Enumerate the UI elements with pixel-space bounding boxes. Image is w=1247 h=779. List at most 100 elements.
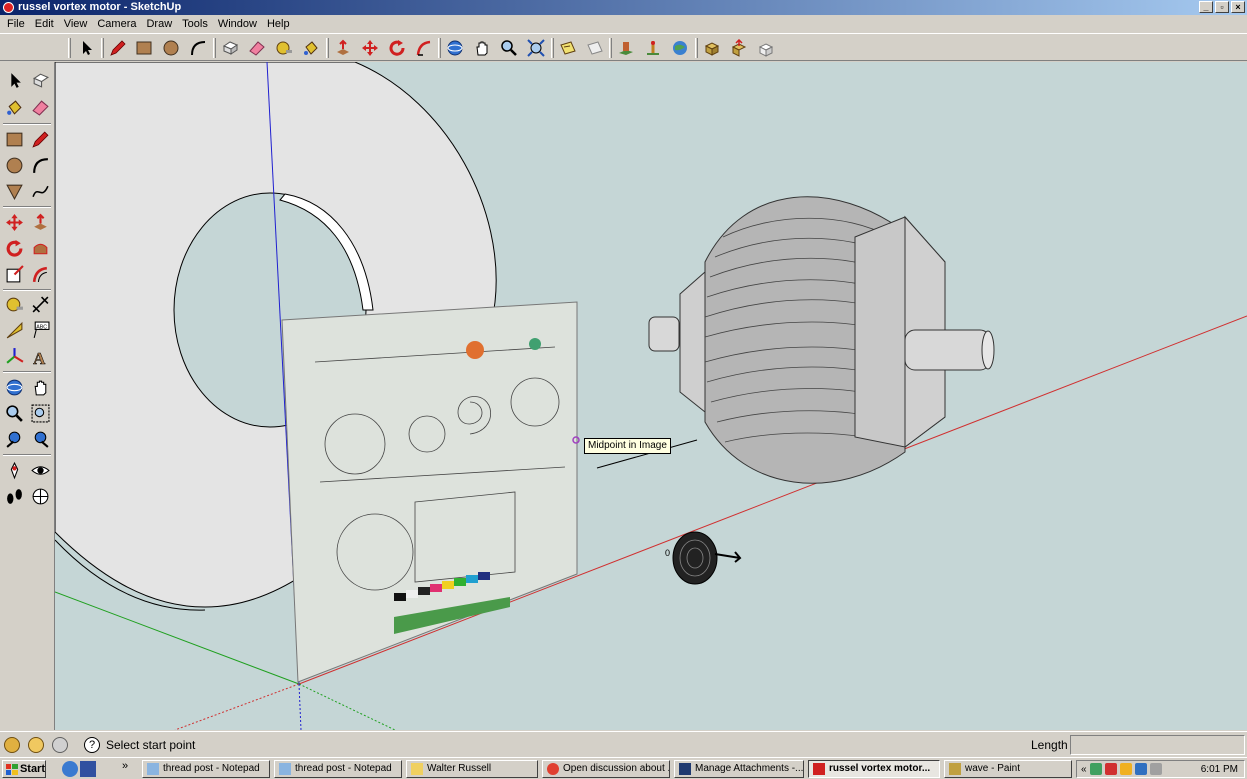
share-component-icon[interactable] [755,37,777,59]
taskbar-item-active[interactable]: russel vortex motor... [808,760,940,778]
menu-edit[interactable]: Edit [30,18,59,30]
freehand-icon[interactable] [28,179,52,203]
pan-icon[interactable] [471,37,493,59]
taskbar-item[interactable]: Walter Russell [406,760,538,778]
rectangle-icon[interactable] [133,37,155,59]
push-pull-icon[interactable] [28,210,52,234]
section-plane-icon[interactable] [28,484,52,508]
google-earth-icon[interactable] [669,37,691,59]
orbit-icon[interactable] [444,37,466,59]
clock[interactable]: 6:01 PM [1201,764,1238,775]
toolbar-grip[interactable] [68,38,71,58]
paint-bucket-icon[interactable] [2,95,26,119]
pencil-icon[interactable] [107,37,129,59]
start-button[interactable]: Start [2,760,46,778]
desktop-quicklaunch-icon[interactable] [80,761,96,777]
make-component-icon[interactable] [219,37,241,59]
help-icon[interactable]: ? [84,737,100,753]
select-icon[interactable] [2,68,26,92]
tape-measure-icon[interactable] [273,37,295,59]
3d-text-icon[interactable]: A [28,344,52,368]
taskbar-item[interactable]: thread post - Notepad [142,760,270,778]
protractor-icon[interactable] [2,318,26,342]
toolbar-grip[interactable] [609,38,612,58]
scale-icon[interactable] [2,262,26,286]
arc-icon[interactable] [28,153,52,177]
menu-tools[interactable]: Tools [177,18,213,30]
share-model-icon[interactable] [728,37,750,59]
zoom-extents-icon[interactable] [525,37,547,59]
toolbar-grip[interactable] [438,38,441,58]
ie-quicklaunch-icon[interactable] [62,761,78,777]
taskbar-item[interactable]: wave - Paint [944,760,1072,778]
network-icon[interactable] [1134,763,1147,775]
rectangle-icon[interactable] [2,127,26,151]
toolbar-grip[interactable] [213,38,216,58]
follow-me-icon[interactable] [413,37,435,59]
dimension-icon[interactable] [28,292,52,316]
menu-camera[interactable]: Camera [92,18,141,30]
quicklaunch-chevron-icon[interactable]: » [122,760,128,772]
orbit-icon[interactable] [2,375,26,399]
get-current-view-icon[interactable] [642,37,664,59]
taskbar-item[interactable]: Manage Attachments -... [674,760,804,778]
circle-icon[interactable] [2,153,26,177]
menu-view[interactable]: View [59,18,93,30]
tape-measure-icon[interactable] [2,292,26,316]
maximize-button[interactable]: ▫ [1215,1,1229,13]
eraser-icon[interactable] [246,37,268,59]
tray-expand-icon[interactable]: « [1081,764,1087,775]
make-component-icon[interactable] [28,68,52,92]
previous-view-icon[interactable] [2,427,26,451]
3d-viewport[interactable]: 0 Midpoint in Image [55,62,1247,730]
eraser-icon[interactable] [28,95,52,119]
select-icon[interactable] [75,37,97,59]
pencil-icon[interactable] [28,127,52,151]
look-around-icon[interactable] [28,458,52,482]
rotate-icon[interactable] [2,236,26,260]
menu-draw[interactable]: Draw [141,18,177,30]
position-camera-icon[interactable] [2,458,26,482]
toolbar-grip[interactable] [326,38,329,58]
tray-icon[interactable] [1119,763,1132,775]
measurements-input[interactable] [1070,735,1245,755]
next-view-icon[interactable] [28,427,52,451]
polygon-icon[interactable] [2,179,26,203]
follow-me-icon[interactable] [28,236,52,260]
get-models-icon[interactable] [701,37,723,59]
add-location-icon[interactable] [557,37,579,59]
taskbar-item[interactable]: thread post - Notepad [274,760,402,778]
zoom-icon[interactable] [498,37,520,59]
text-icon[interactable]: ABC [28,318,52,342]
geo-location-icon[interactable] [4,737,20,753]
move-icon[interactable] [359,37,381,59]
move-icon[interactable] [2,210,26,234]
menu-window[interactable]: Window [213,18,262,30]
push-pull-icon[interactable] [332,37,354,59]
arc-icon[interactable] [187,37,209,59]
menu-file[interactable]: File [2,18,30,30]
model-scene[interactable]: 0 [55,62,1247,730]
toolbar-grip[interactable] [695,38,698,58]
paint-bucket-icon[interactable] [300,37,322,59]
zoom-window-icon[interactable] [28,401,52,425]
axes-icon[interactable] [2,344,26,368]
tray-icon[interactable] [1089,763,1102,775]
toggle-terrain-icon[interactable] [584,37,606,59]
toolbar-grip[interactable] [551,38,554,58]
walk-icon[interactable] [2,484,26,508]
pan-icon[interactable] [28,375,52,399]
user-icon[interactable] [52,737,68,753]
rotate-icon[interactable] [386,37,408,59]
preview-google-earth-icon[interactable] [615,37,637,59]
minimize-button[interactable]: _ [1199,1,1213,13]
menu-help[interactable]: Help [262,18,295,30]
tray-icon[interactable] [1104,763,1117,775]
close-button[interactable]: × [1231,1,1245,13]
toolbar-grip[interactable] [101,38,104,58]
zoom-icon[interactable] [2,401,26,425]
circle-icon[interactable] [160,37,182,59]
credits-icon[interactable] [28,737,44,753]
offset-icon[interactable] [28,262,52,286]
taskbar-item[interactable]: Open discussion about ... [542,760,670,778]
